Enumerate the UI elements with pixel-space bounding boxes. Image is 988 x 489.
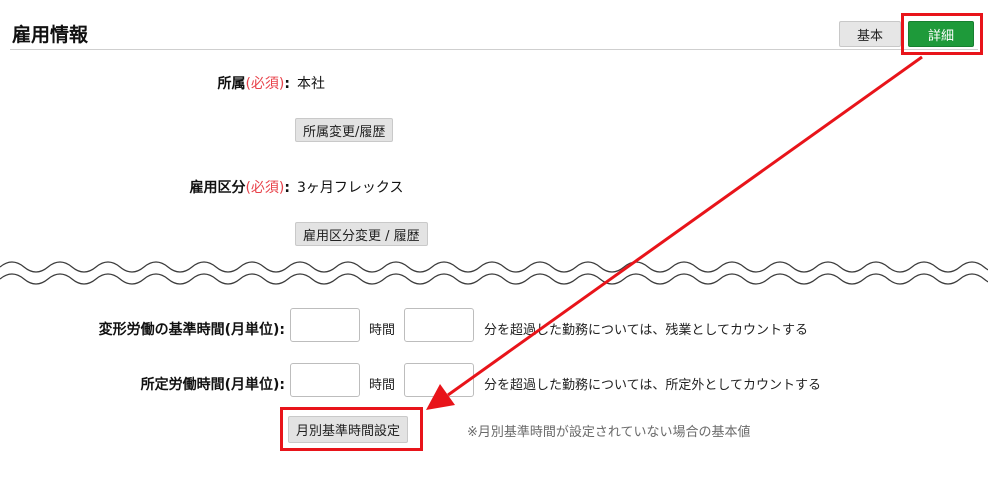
employment-type-label-text: 雇用区分 [189,180,246,196]
label-colon: : [284,180,290,196]
employment-type-value: 3ヶ月フレックス [297,180,404,196]
employment-type-label: 雇用区分(必須): [120,177,290,197]
variable-labor-description: 分を超過した勤務については、残業としてカウントする [484,323,808,338]
monthly-setting-note: ※月別基準時間が設定されていない場合の基本値 [467,425,751,440]
affiliation-change-button[interactable]: 所属変更/履歴 [295,118,394,142]
section-title: 雇用情報 [12,24,89,46]
highlight-box-detail [901,13,983,55]
scheduled-labor-description: 分を超過した勤務については、所定外としてカウントする [484,378,821,393]
affiliation-value: 本社 [297,76,325,92]
scheduled-labor-hours-input[interactable] [290,363,360,397]
wavy-cut-divider [0,261,988,285]
tab-basic-button[interactable]: 基本 [839,21,901,47]
scheduled-labor-label: 所定労働時間(月単位): [140,377,285,393]
employment-type-change-button[interactable]: 雇用区分変更 / 履歴 [295,222,428,246]
affiliation-label: 所属(必須): [120,73,290,93]
affiliation-label-text: 所属 [217,76,246,92]
variable-labor-hours-input[interactable] [290,308,360,342]
required-mark: (必須) [245,76,285,92]
highlight-box-monthly-setting [280,407,423,451]
label-colon: : [284,76,290,92]
hours-unit-label: 時間 [369,378,396,393]
variable-labor-label: 変形労働の基準時間(月単位): [98,322,285,338]
variable-labor-minutes-input[interactable] [404,308,474,342]
hours-unit-label: 時間 [369,323,396,338]
section-header: 雇用情報 [10,14,978,50]
required-mark: (必須) [245,180,285,196]
scheduled-labor-minutes-input[interactable] [404,363,474,397]
